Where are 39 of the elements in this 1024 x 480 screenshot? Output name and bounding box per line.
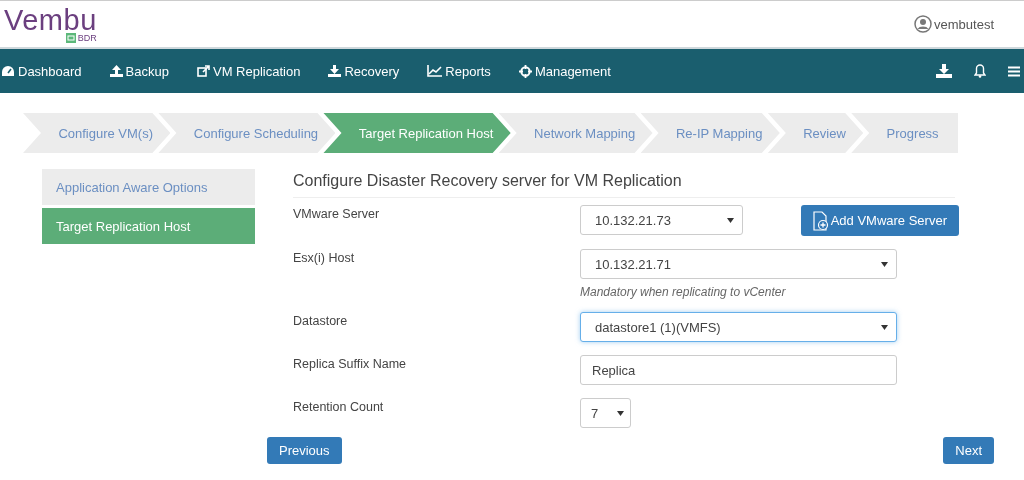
text-field[interactable]: Replica [580, 355, 897, 385]
nav-link[interactable]: VM Replication [197, 63, 301, 79]
nav-link[interactable]: Management [518, 63, 611, 79]
add-document-icon [812, 210, 829, 231]
form-title: Configure Disaster Recovery server for VM Replication [293, 169, 955, 198]
field-label: VMware Server [293, 206, 381, 221]
field-label: Datastore [293, 313, 349, 328]
dropdown[interactable]: datastore1 (1)(VMFS) [580, 312, 897, 342]
previous-button[interactable]: Previous [267, 437, 342, 464]
next-button[interactable]: Next [943, 437, 994, 464]
caret-icon [881, 261, 888, 267]
nav-link[interactable]: Recovery [328, 63, 400, 79]
hint-text: Mandatory when replicating to vCenter [580, 285, 787, 299]
vembu-logo: Vembu [4, 5, 97, 34]
bell-icon[interactable] [974, 64, 986, 78]
menu-icon[interactable] [1008, 65, 1020, 77]
dropdown[interactable]: 7 [580, 398, 631, 428]
field-label: Esx(i) Host [293, 250, 356, 265]
dropdown[interactable]: 10.132.21.73 [580, 205, 743, 235]
server-icon [65, 32, 76, 43]
nav-link[interactable]: Reports [427, 63, 491, 79]
user-avatar-icon[interactable] [914, 15, 932, 33]
product-label: BDR [77, 32, 97, 43]
upload-icon [109, 65, 123, 77]
chart-icon [427, 65, 443, 77]
nav-link[interactable]: Dashboard [1, 63, 82, 79]
add-server-button[interactable]: Add VMware Server [800, 205, 959, 236]
download-icon[interactable] [936, 64, 952, 78]
caret-icon [617, 410, 624, 416]
caret-icon [881, 324, 888, 330]
nav-link[interactable]: Backup [109, 63, 169, 79]
share-icon [197, 65, 210, 77]
crosshair-icon [518, 64, 532, 78]
field-label: Retention Count [293, 399, 385, 414]
download-icon [328, 65, 342, 77]
field-label: Replica Suffix Name [293, 356, 407, 371]
caret-icon [727, 217, 734, 223]
username[interactable]: vembutest [934, 16, 994, 32]
dropdown[interactable]: 10.132.21.71 [580, 249, 897, 279]
